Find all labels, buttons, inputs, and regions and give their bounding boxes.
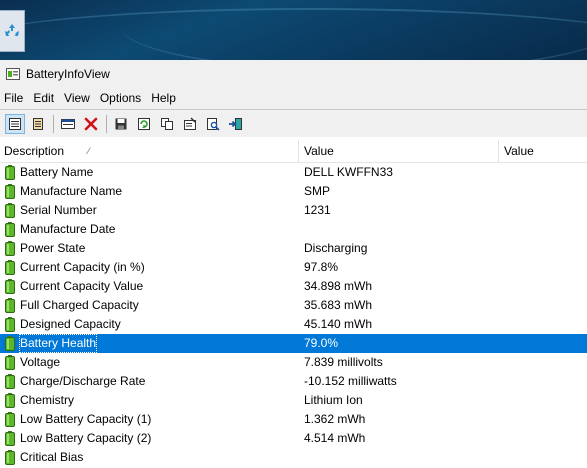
menu-edit[interactable]: Edit <box>29 88 60 109</box>
battery-icon <box>5 279 15 294</box>
menu-help[interactable]: Help <box>147 88 182 109</box>
copy-icon[interactable] <box>157 114 177 134</box>
toolbar <box>0 109 587 137</box>
refresh-icon[interactable] <box>134 114 154 134</box>
battery-icon <box>5 260 15 275</box>
window-title: BatteryInfoView <box>26 67 110 81</box>
row-description: Power State <box>20 241 86 255</box>
battery-icon <box>5 241 15 256</box>
battery-icon <box>5 203 15 218</box>
find-icon[interactable] <box>203 114 223 134</box>
row-value: 1231 <box>304 203 331 217</box>
list-item[interactable]: Battery Name DELL KWFFN33 <box>0 163 587 182</box>
battery-icon <box>5 355 15 370</box>
row-description: Full Charged Capacity <box>20 298 139 312</box>
row-value: 1.362 mWh <box>304 412 366 426</box>
delete-icon[interactable] <box>81 114 101 134</box>
row-value: 34.898 mWh <box>304 279 373 293</box>
battery-icon <box>5 184 15 199</box>
list-item[interactable]: Manufacture Date <box>0 220 587 239</box>
row-description: Charge/Discharge Rate <box>20 374 146 388</box>
battery-icon <box>5 412 15 427</box>
battery-icon <box>5 393 15 408</box>
list-item[interactable]: Critical Bias <box>0 448 587 467</box>
row-value: SMP <box>304 184 331 198</box>
battery-icon <box>5 336 15 351</box>
row-value: DELL KWFFN33 <box>304 165 393 179</box>
battery-icon <box>5 165 15 180</box>
save-icon[interactable] <box>111 114 131 134</box>
list-item[interactable]: Low Battery Capacity (1) 1.362 mWh <box>0 410 587 429</box>
list-item[interactable]: Chemistry Lithium Ion <box>0 391 587 410</box>
list-item[interactable]: Manufacture Name SMP <box>0 182 587 201</box>
battery-icon <box>5 317 15 332</box>
row-value: 79.0% <box>304 336 339 350</box>
list-item[interactable]: Current Capacity (in %) 97.8% <box>0 258 587 277</box>
list-item[interactable]: Serial Number 1231 <box>0 201 587 220</box>
properties-window-icon[interactable] <box>58 114 78 134</box>
row-description: Chemistry <box>20 393 75 407</box>
battery-info-list: Battery Name DELL KWFFN33 Manufacture Name… <box>0 163 587 467</box>
battery-icon <box>5 374 15 389</box>
menu-view[interactable]: View <box>60 88 96 109</box>
row-value: Discharging <box>304 241 368 255</box>
column-header-value-2[interactable]: Value <box>504 140 534 162</box>
list-item[interactable]: Charge/Discharge Rate -10.152 milliwatts <box>0 372 587 391</box>
row-description: Current Capacity Value <box>20 279 144 293</box>
list-header: Description ⁄ Value Value <box>0 140 587 163</box>
row-description: Serial Number <box>20 203 97 217</box>
list-item[interactable]: Low Battery Capacity (2) 4.514 mWh <box>0 429 587 448</box>
battery-icon <box>5 298 15 313</box>
row-description: Manufacture Name <box>20 184 123 198</box>
list-item[interactable]: Battery Health 79.0% <box>0 334 587 353</box>
row-value: 45.140 mWh <box>304 317 373 331</box>
sort-ascending-icon: ⁄ <box>88 146 90 156</box>
app-icon <box>6 68 20 80</box>
menu-options[interactable]: Options <box>96 88 147 109</box>
menu-bar: File Edit View Options Help <box>0 88 587 109</box>
battery-icon <box>5 222 15 237</box>
list-item[interactable]: Voltage 7.839 millivolts <box>0 353 587 372</box>
list-item[interactable]: Power State Discharging <box>0 239 587 258</box>
recycle-bin-icon[interactable] <box>0 10 25 52</box>
text-report-icon[interactable] <box>28 114 48 134</box>
row-value: Lithium Ion <box>304 393 363 407</box>
row-value: 7.839 millivolts <box>304 355 383 369</box>
row-value: 35.683 mWh <box>304 298 373 312</box>
list-item[interactable]: Designed Capacity 45.140 mWh <box>0 315 587 334</box>
row-description: Battery Health <box>19 334 98 353</box>
row-value: 97.8% <box>304 260 339 274</box>
list-item[interactable]: Current Capacity Value 34.898 mWh <box>0 277 587 296</box>
row-value: 4.514 mWh <box>304 431 366 445</box>
column-header-description[interactable]: Description ⁄ <box>4 140 90 162</box>
exit-icon[interactable] <box>226 114 246 134</box>
column-header-value[interactable]: Value <box>304 140 334 162</box>
row-description: Critical Bias <box>20 450 84 464</box>
list-item[interactable]: Full Charged Capacity 35.683 mWh <box>0 296 587 315</box>
html-report-icon[interactable] <box>5 113 25 134</box>
row-value: -10.152 milliwatts <box>304 374 397 388</box>
row-description: Voltage <box>20 355 61 369</box>
desktop-background <box>0 0 587 60</box>
battery-icon <box>5 431 15 446</box>
title-bar: BatteryInfoView <box>0 60 587 88</box>
battery-icon <box>5 450 15 465</box>
row-description: Current Capacity (in %) <box>20 260 145 274</box>
row-description: Manufacture Date <box>20 222 116 236</box>
row-description: Battery Name <box>20 165 94 179</box>
row-description: Low Battery Capacity (2) <box>20 431 152 445</box>
properties-icon[interactable] <box>180 114 200 134</box>
row-description: Low Battery Capacity (1) <box>20 412 152 426</box>
row-description: Designed Capacity <box>20 317 121 331</box>
menu-file[interactable]: File <box>0 88 29 109</box>
